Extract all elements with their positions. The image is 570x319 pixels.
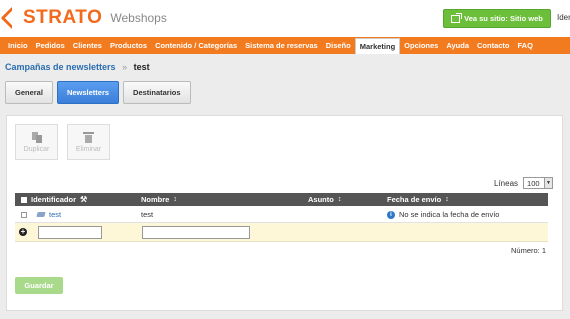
lines-label: Líneas — [494, 178, 519, 188]
sort-icon[interactable]: ↕ — [445, 196, 449, 203]
trash-icon — [83, 131, 94, 143]
visit-site-button[interactable]: Vea su sitio: Sitio web — [443, 9, 551, 28]
nav-item-clientes[interactable]: Clientes — [69, 37, 106, 54]
newsletter-grid: Identificador ⚒ Nombre ↕ Asunto ↕ Fecha … — [15, 193, 548, 259]
tab-newsletters[interactable]: Newsletters — [56, 81, 120, 104]
breadcrumb-current: test — [133, 62, 150, 72]
row-id-cell: test — [36, 206, 61, 223]
header-name-cell: Nombre ↕ — [141, 193, 177, 206]
row-name-cell: test — [141, 210, 154, 219]
nav-item-pedidos[interactable]: Pedidos — [32, 37, 69, 54]
visit-site-label: Vea su sitio: Sitio web — [464, 14, 543, 23]
column-id[interactable]: Identificador — [31, 195, 76, 204]
duplicate-icon — [31, 131, 42, 143]
row-date-text: No se indica la fecha de envío — [399, 210, 500, 219]
newsletters-panel: Duplicar Eliminar Líneas 100 ▼ Identific… — [6, 115, 563, 311]
lines-value: 100 — [527, 178, 540, 188]
header-subject-cell: Asunto ↕ — [308, 193, 341, 206]
record-count: Número: 1 — [510, 246, 546, 255]
info-icon: i — [387, 210, 395, 219]
external-link-icon — [451, 12, 463, 23]
column-subject[interactable]: Asunto — [308, 195, 334, 204]
newsletter-icon — [36, 212, 46, 217]
nav-item-marketing[interactable]: Marketing — [354, 38, 401, 54]
table-row[interactable]: test test i No se indica la fecha de env… — [15, 206, 548, 223]
logo-subtitle: Webshops — [110, 11, 167, 25]
column-name[interactable]: Nombre — [141, 195, 169, 204]
tab-bar: General Newsletters Destinatarios — [5, 81, 191, 104]
lines-select[interactable]: 100 ▼ — [523, 177, 554, 189]
nav-item-faq[interactable]: FAQ — [514, 37, 537, 54]
row-checkbox-cell — [21, 206, 27, 223]
main-nav: Inicio Pedidos Clientes Productos Conten… — [0, 37, 570, 54]
header: STRATO Webshops Vea su sitio: Sitio web … — [0, 0, 570, 37]
nav-item-inicio[interactable]: Inicio — [4, 37, 32, 54]
grid-footer: Número: 1 — [15, 242, 548, 259]
nav-item-ayuda[interactable]: Ayuda — [442, 37, 473, 54]
lines-per-page: Líneas 100 ▼ — [494, 177, 554, 189]
nav-item-productos[interactable]: Productos — [106, 37, 151, 54]
add-row: + — [15, 223, 548, 242]
breadcrumb-separator: » — [122, 62, 128, 72]
nav-item-diseno[interactable]: Diseño — [322, 37, 355, 54]
header-date-cell: Fecha de envío ↕ — [387, 193, 449, 206]
nav-item-opciones[interactable]: Opciones — [400, 37, 442, 54]
magic-wand-icon[interactable]: ⚒ — [80, 195, 87, 204]
nav-item-contenido[interactable]: Contenido / Categorías — [151, 37, 241, 54]
tab-destinatarios[interactable]: Destinatarios — [123, 81, 191, 104]
delete-button[interactable]: Eliminar — [67, 124, 110, 160]
header-id-cell: Identificador ⚒ — [21, 193, 87, 206]
logo-text: STRATO — [23, 7, 103, 28]
user-identifier[interactable]: Iden — [557, 13, 570, 22]
row-date-cell: i No se indica la fecha de envío — [387, 206, 499, 223]
grid-header: Identificador ⚒ Nombre ↕ Asunto ↕ Fecha … — [15, 193, 548, 206]
sort-icon[interactable]: ↕ — [338, 196, 342, 203]
tab-general[interactable]: General — [5, 81, 53, 104]
row-checkbox[interactable] — [21, 211, 27, 218]
duplicate-label: Duplicar — [23, 145, 50, 153]
row-id-link[interactable]: test — [49, 210, 61, 219]
chevron-down-icon: ▼ — [544, 178, 553, 188]
add-icon[interactable]: + — [19, 228, 27, 236]
new-id-input[interactable] — [38, 226, 102, 239]
nav-item-contacto[interactable]: Contacto — [473, 37, 514, 54]
strato-logo-icon — [0, 6, 24, 30]
new-name-input[interactable] — [142, 226, 250, 239]
strato-logo[interactable]: STRATO Webshops — [0, 6, 167, 30]
delete-label: Eliminar — [75, 145, 102, 153]
sort-icon[interactable]: ↕ — [173, 196, 177, 203]
column-send-date[interactable]: Fecha de envío — [387, 195, 441, 204]
duplicate-button[interactable]: Duplicar — [15, 124, 58, 160]
breadcrumb: Campañas de newsletters » test — [5, 62, 150, 72]
save-button[interactable]: Guardar — [15, 277, 63, 294]
select-all-checkbox[interactable] — [21, 196, 27, 203]
nav-item-reservas[interactable]: Sistema de reservas — [241, 37, 322, 54]
breadcrumb-parent[interactable]: Campañas de newsletters — [5, 62, 116, 72]
